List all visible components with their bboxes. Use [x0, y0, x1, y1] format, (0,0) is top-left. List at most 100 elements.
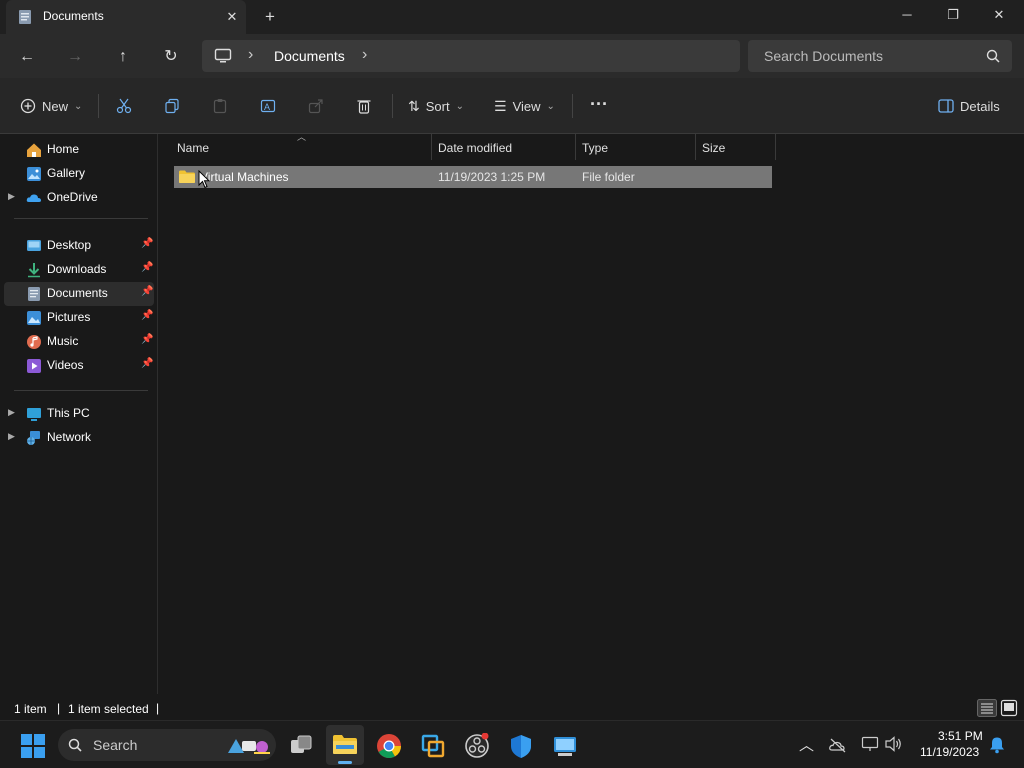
sidebar-item-this-pc[interactable]: ▶ This PC [0, 402, 158, 426]
file-explorer-taskbar-button[interactable] [326, 725, 364, 765]
breadcrumb-separator[interactable]: › [248, 46, 253, 64]
tab-documents[interactable]: Documents ✕ [6, 0, 246, 34]
expand-chevron-icon[interactable]: ▶ [8, 191, 15, 202]
column-header-size[interactable]: Size [696, 134, 776, 160]
pin-icon[interactable]: 📌 [141, 358, 153, 369]
close-tab-icon[interactable]: ✕ [222, 8, 242, 26]
show-hidden-icons-chevron-icon[interactable]: ︿ [799, 734, 814, 755]
rename-icon[interactable]: A [260, 98, 276, 114]
sidebar-item-label: This PC [47, 406, 90, 420]
tiles-view-icon[interactable] [1000, 699, 1018, 717]
up-button[interactable]: ↑ [108, 44, 138, 70]
chrome-icon[interactable] [376, 733, 402, 759]
file-name[interactable]: Virtual Machines [200, 170, 289, 184]
new-tab-button[interactable]: + [258, 6, 282, 28]
tab-title: Documents [43, 9, 104, 23]
sidebar-item-gallery[interactable]: Gallery [0, 162, 158, 186]
sidebar-item-onedrive[interactable]: ▶ OneDrive [0, 186, 158, 210]
svg-text:A: A [264, 102, 270, 112]
vmware-icon[interactable] [420, 733, 446, 759]
sidebar-item-pictures[interactable]: Pictures 📌 [0, 306, 158, 330]
monitor-icon[interactable] [214, 48, 232, 64]
music-icon [27, 335, 41, 349]
onedrive-offline-icon[interactable] [829, 737, 847, 753]
table-row[interactable]: Virtual Machines 11/19/2023 1:25 PM File… [174, 166, 772, 188]
pin-icon[interactable]: 📌 [141, 238, 153, 249]
cut-icon[interactable] [116, 98, 132, 114]
sidebar-item-videos[interactable]: Videos 📌 [0, 354, 158, 378]
videos-icon [27, 359, 41, 373]
windows-security-icon[interactable] [508, 733, 534, 759]
taskbar: Search ︿ 3:51 PM 11/19/2023 [0, 720, 1024, 768]
new-button[interactable]: New ⌄ [20, 94, 82, 118]
copy-icon[interactable] [164, 98, 180, 114]
active-indicator [338, 761, 352, 764]
gallery-icon [27, 167, 41, 181]
forward-button[interactable]: → [60, 44, 90, 70]
file-date: 11/19/2023 1:25 PM [438, 170, 546, 184]
minimize-button[interactable]: ─ [884, 0, 930, 30]
pin-icon[interactable]: 📌 [141, 262, 153, 273]
column-header-label: Size [702, 141, 726, 155]
refresh-button[interactable]: ↻ [156, 44, 186, 70]
sidebar-divider [14, 390, 148, 391]
sidebar-item-home[interactable]: Home [0, 138, 158, 162]
delete-icon[interactable] [356, 98, 372, 114]
clock-date[interactable]: 11/19/2023 [920, 745, 979, 759]
search-highlight-icon [228, 739, 270, 754]
sidebar-item-downloads[interactable]: Downloads 📌 [0, 258, 158, 282]
maximize-button[interactable]: ❐ [930, 0, 976, 30]
more-options-button[interactable]: ··· [590, 92, 608, 116]
clock-time[interactable]: 3:51 PM [938, 729, 983, 743]
column-header-type[interactable]: Type [576, 134, 696, 160]
details-button[interactable]: Details [938, 94, 1000, 118]
windows-start-icon[interactable] [20, 733, 46, 759]
command-bar: New ⌄ A ⇅ Sort ⌄ ☰ View ⌄ ··· Details [0, 78, 1024, 134]
search-icon[interactable] [986, 49, 1000, 63]
volume-icon[interactable] [885, 736, 903, 752]
share-icon[interactable] [308, 98, 324, 114]
pin-icon[interactable]: 📌 [141, 334, 153, 345]
taskbar-search-box[interactable]: Search [58, 729, 276, 761]
close-window-button[interactable]: ✕ [976, 0, 1022, 30]
breadcrumb-documents[interactable]: Documents [274, 48, 345, 64]
sidebar-item-documents[interactable]: Documents 📌 [4, 282, 154, 306]
back-button[interactable]: ← [12, 44, 42, 70]
view-button[interactable]: ☰ View ⌄ [494, 94, 555, 118]
sidebar-item-music[interactable]: Music 📌 [0, 330, 158, 354]
document-icon [28, 287, 40, 301]
search-box[interactable]: Search Documents [748, 40, 1012, 72]
pictures-icon [27, 311, 41, 325]
sort-button[interactable]: ⇅ Sort ⌄ [408, 94, 464, 118]
breadcrumb-chevron[interactable]: › [362, 46, 367, 64]
task-view-icon[interactable] [288, 733, 314, 759]
view-label: View [512, 98, 541, 114]
details-pane-icon [938, 99, 954, 113]
expand-chevron-icon[interactable]: ▶ [8, 407, 15, 418]
pin-icon[interactable]: 📌 [141, 310, 153, 321]
navigation-pane: Home Gallery ▶ OneDrive Desktop 📌 Downlo… [0, 134, 158, 694]
column-header-date[interactable]: Date modified [432, 134, 576, 160]
paste-icon[interactable] [212, 98, 228, 114]
sidebar-divider [14, 218, 148, 219]
sidebar-item-label: OneDrive [47, 190, 98, 204]
file-type: File folder [582, 170, 635, 184]
obs-icon[interactable] [464, 733, 490, 759]
sidebar-item-label: Videos [47, 358, 84, 372]
column-header-name[interactable]: Name [171, 134, 432, 160]
home-icon [27, 143, 41, 157]
sidebar-item-network[interactable]: ▶ Network [0, 426, 158, 450]
sidebar-item-desktop[interactable]: Desktop 📌 [0, 234, 158, 258]
expand-chevron-icon[interactable]: ▶ [8, 431, 15, 442]
search-placeholder[interactable]: Search Documents [764, 48, 883, 64]
divider [98, 94, 99, 118]
remote-desktop-icon[interactable] [552, 733, 578, 759]
selection-count: 1 item selected [68, 702, 149, 716]
cloud-icon [26, 194, 41, 202]
pin-icon[interactable]: 📌 [141, 286, 153, 297]
network-status-icon[interactable] [861, 736, 879, 752]
notification-bell-icon[interactable] [989, 736, 1005, 754]
details-view-icon[interactable] [977, 699, 997, 717]
sidebar-item-label: Home [47, 142, 80, 156]
address-bar[interactable]: › Documents › [202, 40, 740, 72]
